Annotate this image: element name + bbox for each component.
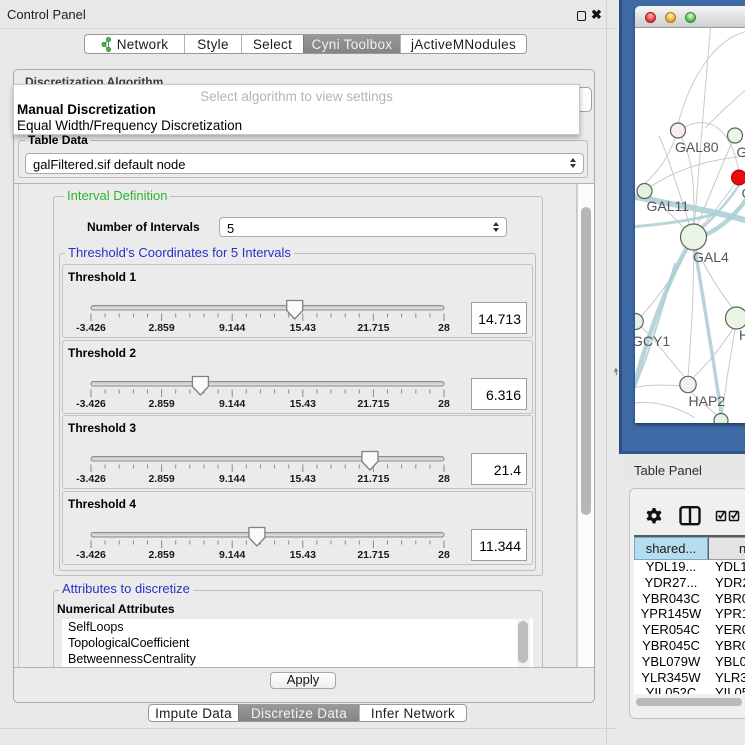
- svg-text:H: H: [739, 327, 745, 343]
- svg-text:GAL4: GAL4: [693, 249, 729, 265]
- svg-text:GAL80: GAL80: [675, 139, 719, 155]
- svg-text:GAL11: GAL11: [647, 198, 690, 214]
- svg-text:HAP2: HAP2: [689, 393, 726, 409]
- svg-text:C: C: [742, 185, 745, 201]
- svg-text:GCY1: GCY1: [635, 333, 670, 349]
- svg-text:GA: GA: [737, 144, 745, 160]
